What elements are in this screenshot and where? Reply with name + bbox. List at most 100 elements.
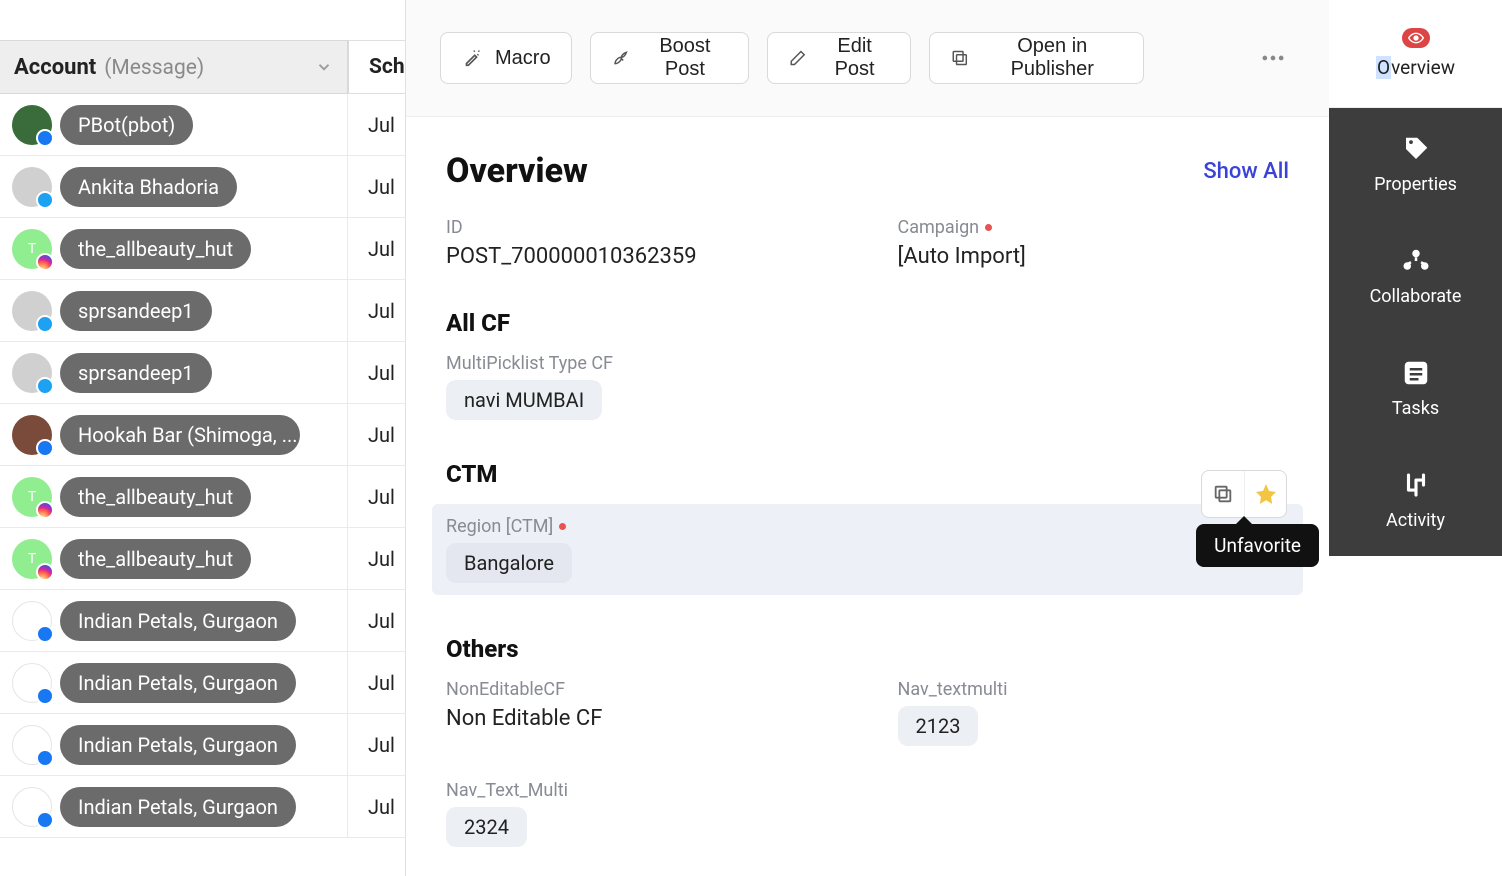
fb-badge-icon	[36, 811, 54, 829]
account-row[interactable]: T the_allbeauty_hut Jul	[0, 466, 406, 528]
account-header-sublabel: (Message)	[104, 56, 204, 80]
avatar	[12, 167, 52, 207]
account-row[interactable]: T the_allbeauty_hut Jul	[0, 528, 406, 590]
macro-button[interactable]: Macro	[440, 32, 572, 84]
open-publisher-button[interactable]: Open in Publisher	[929, 32, 1144, 84]
field-label-campaign: Campaign	[898, 217, 1290, 238]
avatar: T	[12, 229, 52, 269]
date-cell: Jul	[348, 652, 406, 713]
field-value-id: POST_700000010362359	[446, 244, 838, 269]
account-row[interactable]: T the_allbeauty_hut Jul	[0, 218, 406, 280]
fb-badge-icon	[36, 749, 54, 767]
avatar	[12, 105, 52, 145]
ig-badge-icon	[36, 253, 54, 271]
account-chip: sprsandeep1	[60, 353, 212, 393]
account-row[interactable]: Indian Petals, Gurgaon Jul	[0, 714, 406, 776]
date-cell: Jul	[348, 404, 406, 465]
date-cell: Jul	[348, 466, 406, 527]
activity-icon	[1401, 470, 1431, 500]
pill-2123[interactable]: 2123	[898, 706, 979, 746]
rocket-icon	[611, 47, 630, 69]
account-row[interactable]: Ankita Bhadoria Jul	[0, 156, 406, 218]
favorite-button[interactable]	[1244, 471, 1286, 517]
account-header-label: Account	[14, 55, 96, 80]
field-label-navtextmulti-a: Nav_textmulti	[898, 679, 1290, 700]
rail-label-overview: Overview	[1376, 56, 1455, 79]
avatar	[12, 353, 52, 393]
field-value-noneditable: Non Editable CF	[446, 706, 838, 731]
avatar	[12, 787, 52, 827]
account-cell: Indian Petals, Gurgaon	[0, 590, 348, 651]
fb-badge-icon	[36, 129, 54, 147]
copy-icon	[1212, 483, 1234, 505]
account-cell: sprsandeep1	[0, 342, 348, 403]
edit-post-button[interactable]: Edit Post	[767, 32, 911, 84]
left-panel: Account (Message) Sch PBot(pbot) Jul Ank…	[0, 0, 406, 876]
account-chip: the_allbeauty_hut	[60, 539, 251, 579]
pill-bangalore[interactable]: Bangalore	[446, 543, 572, 583]
toolbar: Macro Boost Post Edit Post Open in Publi…	[406, 0, 1329, 117]
account-column-header[interactable]: Account (Message)	[0, 40, 348, 94]
field-region-ctm[interactable]: Unfavorite Region [CTM] Bangalore	[432, 504, 1303, 595]
account-row[interactable]: Indian Petals, Gurgaon Jul	[0, 652, 406, 714]
schedule-column-header[interactable]: Sch	[348, 40, 406, 94]
account-row[interactable]: PBot(pbot) Jul	[0, 94, 406, 156]
eye-icon	[1402, 28, 1430, 48]
copy-button[interactable]	[1202, 471, 1244, 517]
rail-tab-tasks[interactable]: Tasks	[1329, 332, 1502, 444]
date-cell: Jul	[348, 342, 406, 403]
account-row[interactable]: Hookah Bar (Shimoga, ... Jul	[0, 404, 406, 466]
account-row[interactable]: Indian Petals, Gurgaon Jul	[0, 776, 406, 838]
tw-badge-icon	[36, 191, 54, 209]
account-cell: T the_allbeauty_hut	[0, 218, 348, 279]
account-chip: PBot(pbot)	[60, 105, 193, 145]
account-row[interactable]: Indian Petals, Gurgaon Jul	[0, 590, 406, 652]
avatar	[12, 725, 52, 765]
date-cell: Jul	[348, 218, 406, 279]
account-row[interactable]: sprsandeep1 Jul	[0, 280, 406, 342]
rail-tab-collaborate[interactable]: Collaborate	[1329, 220, 1502, 332]
rail-tab-activity[interactable]: Activity	[1329, 444, 1502, 556]
dots-horizontal-icon	[1259, 44, 1287, 72]
pill-navi-mumbai[interactable]: navi MUMBAI	[446, 380, 602, 420]
rail-tab-overview[interactable]: Overview	[1329, 0, 1502, 108]
date-cell: Jul	[348, 590, 406, 651]
avatar	[12, 663, 52, 703]
field-label-navtextmulti-b: Nav_Text_Multi	[446, 780, 838, 801]
show-all-link[interactable]: Show All	[1203, 159, 1289, 184]
account-chip: the_allbeauty_hut	[60, 229, 251, 269]
avatar	[12, 601, 52, 641]
tooltip-unfavorite: Unfavorite	[1196, 524, 1319, 567]
avatar: T	[12, 477, 52, 517]
date-cell: Jul	[348, 156, 406, 217]
field-id: ID POST_700000010362359	[446, 217, 838, 269]
account-cell: T the_allbeauty_hut	[0, 466, 348, 527]
pill-2324[interactable]: 2324	[446, 807, 527, 847]
account-chip: Hookah Bar (Shimoga, ...	[60, 415, 300, 455]
date-cell: Jul	[348, 94, 406, 155]
field-label-noneditable: NonEditableCF	[446, 679, 838, 700]
account-cell: Indian Petals, Gurgaon	[0, 714, 348, 775]
section-allcf: All CF	[446, 309, 1289, 337]
overview-title: Overview	[446, 151, 588, 191]
ig-badge-icon	[36, 563, 54, 581]
account-cell: Indian Petals, Gurgaon	[0, 776, 348, 837]
overview-content: Overview Show All ID POST_70000001036235…	[406, 117, 1329, 876]
date-cell: Jul	[348, 776, 406, 837]
more-menu-button[interactable]	[1252, 34, 1295, 82]
field-multipicklist: MultiPicklist Type CF navi MUMBAI	[446, 353, 1289, 420]
field-label-multipicklist: MultiPicklist Type CF	[446, 353, 1289, 374]
field-label-region: Region [CTM]	[446, 516, 1289, 537]
fb-badge-icon	[36, 625, 54, 643]
rail-tab-properties[interactable]: Properties	[1329, 108, 1502, 220]
list-icon	[1401, 358, 1431, 388]
field-noneditablecf: NonEditableCF Non Editable CF	[446, 679, 838, 746]
section-others: Others	[446, 635, 1289, 663]
chevron-down-icon[interactable]	[315, 58, 333, 76]
avatar	[12, 291, 52, 331]
boost-post-button[interactable]: Boost Post	[590, 32, 749, 84]
account-chip: Indian Petals, Gurgaon	[60, 725, 296, 765]
account-row[interactable]: sprsandeep1 Jul	[0, 342, 406, 404]
field-campaign: Campaign [Auto Import]	[898, 217, 1290, 269]
right-rail: Overview Properties Collaborate Tasks Ac…	[1329, 0, 1502, 876]
